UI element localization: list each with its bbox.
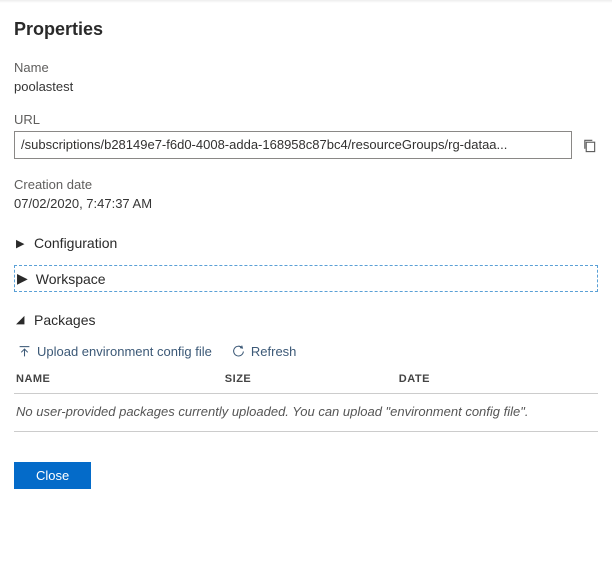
page-title: Properties (14, 19, 598, 40)
section-configuration[interactable]: ▶ Configuration (14, 229, 598, 257)
col-name: NAME (16, 373, 225, 385)
copy-icon[interactable] (580, 136, 598, 154)
chevron-down-icon: ◢ (16, 313, 26, 326)
close-button[interactable]: Close (14, 462, 91, 489)
url-input[interactable] (14, 131, 572, 159)
created-value: 07/02/2020, 7:47:37 AM (14, 196, 598, 211)
section-packages-label: Packages (34, 312, 95, 328)
col-size: SIZE (225, 373, 399, 385)
created-label: Creation date (14, 177, 598, 192)
packages-empty-message: No user-provided packages currently uplo… (14, 394, 598, 432)
chevron-right-icon: ▶ (17, 270, 28, 287)
col-date: DATE (399, 373, 596, 385)
name-value: poolastest (14, 79, 598, 94)
section-workspace[interactable]: ▶ Workspace (14, 265, 598, 292)
refresh-button[interactable]: Refresh (232, 344, 297, 359)
name-label: Name (14, 60, 598, 75)
section-configuration-label: Configuration (34, 235, 117, 251)
section-packages[interactable]: ◢ Packages (14, 306, 598, 334)
refresh-label: Refresh (251, 344, 297, 359)
packages-table-header: NAME SIZE DATE (14, 373, 598, 394)
section-workspace-label: Workspace (36, 271, 106, 287)
chevron-right-icon: ▶ (16, 237, 26, 250)
upload-label: Upload environment config file (37, 344, 212, 359)
upload-env-config-button[interactable]: Upload environment config file (18, 344, 212, 359)
url-label: URL (14, 112, 598, 127)
